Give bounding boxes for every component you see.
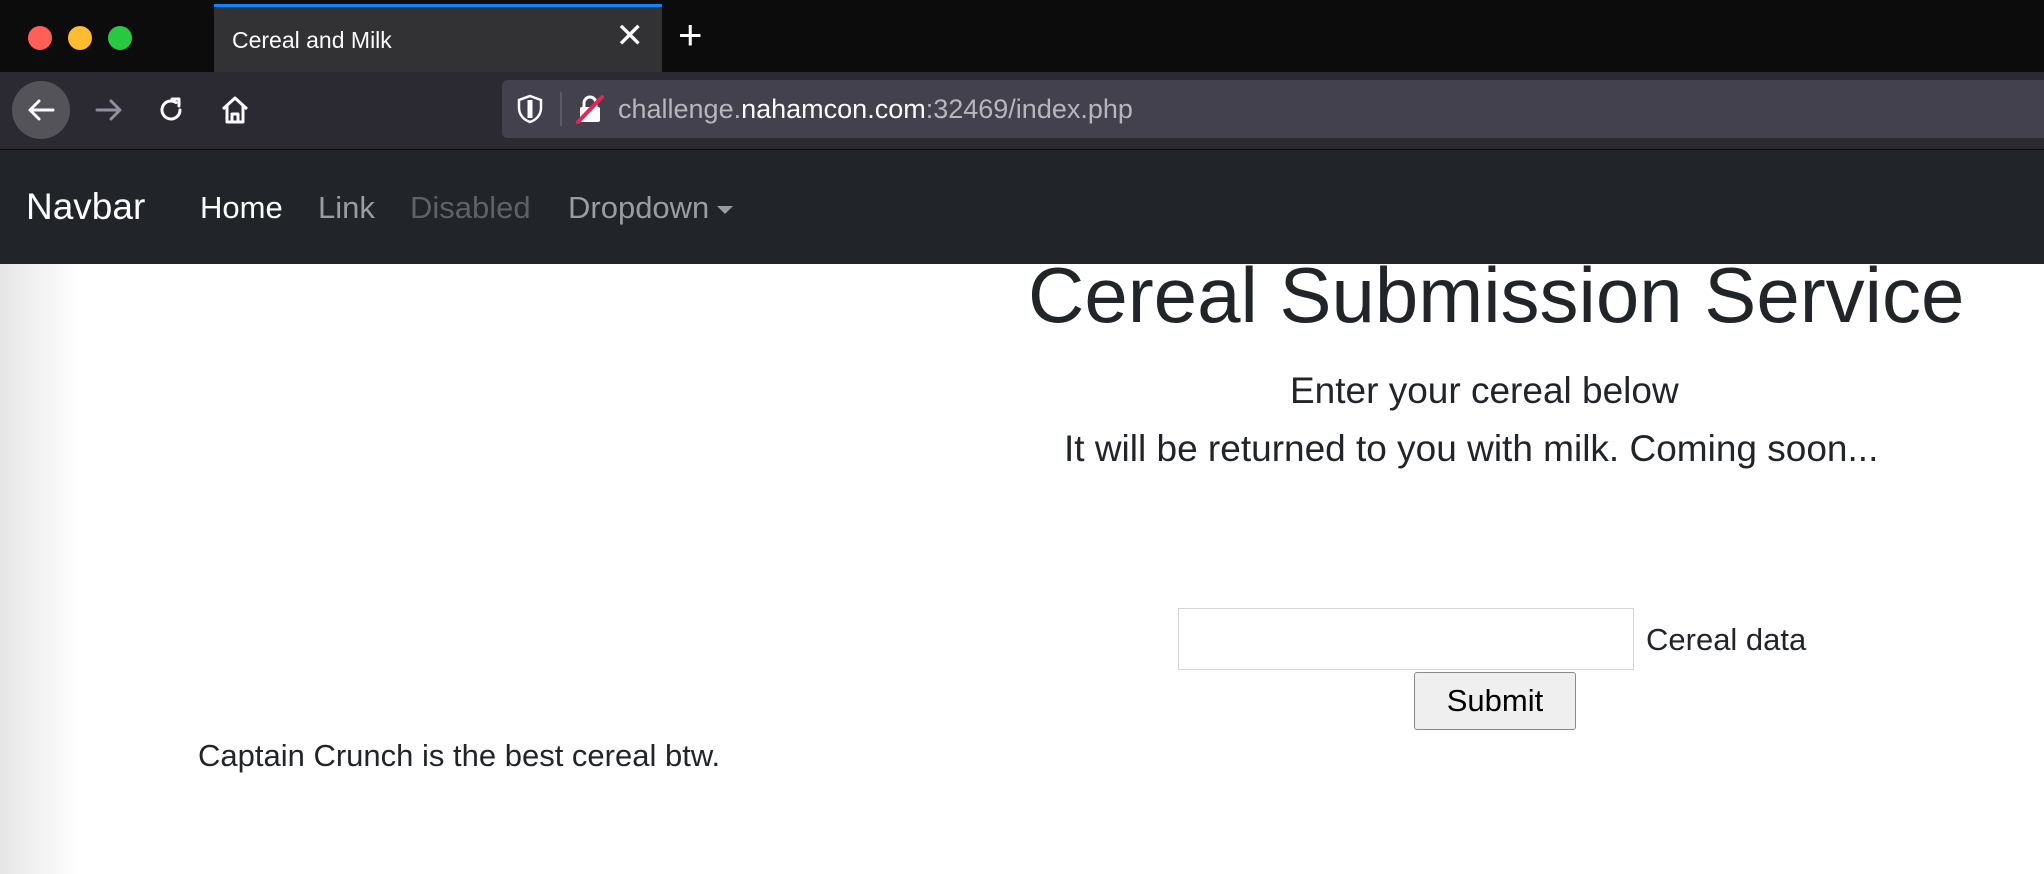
nav-link-disabled: Disabled (410, 190, 531, 225)
footnote-text: Captain Crunch is the best cereal btw. (198, 738, 721, 773)
tab-title: Cereal and Milk (232, 27, 392, 53)
url-separator (560, 92, 562, 126)
forward-button[interactable] (80, 81, 138, 139)
site-navbar: Navbar Home Link Disabled Dropdown (0, 150, 2044, 264)
url-path: :32469/index.php (925, 94, 1133, 124)
insecure-lock-icon[interactable] (576, 94, 604, 124)
caret-down-icon (717, 205, 734, 214)
back-arrow-icon (28, 99, 55, 121)
url-text[interactable]: challenge.nahamcon.com:32469/index.php (618, 94, 1133, 125)
home-icon (221, 96, 249, 124)
nav-dropdown-label: Dropdown (568, 190, 710, 225)
back-button[interactable] (12, 81, 70, 139)
cereal-data-input[interactable] (1178, 608, 1634, 670)
nav-link-link[interactable]: Link (318, 190, 375, 226)
home-button[interactable] (206, 81, 264, 139)
browser-tab[interactable]: Cereal and Milk ✕ (214, 4, 662, 72)
nav-dropdown-toggle[interactable]: Dropdown (568, 190, 734, 226)
close-icon[interactable]: ✕ (616, 19, 645, 53)
browser-tab-strip: Cereal and Milk ✕ + (0, 0, 2044, 72)
shield-icon[interactable] (516, 94, 544, 124)
window-minimize-button[interactable] (68, 26, 92, 50)
nav-link-home[interactable]: Home (200, 190, 283, 226)
page-title: Cereal Submission Service (1028, 251, 1965, 339)
navbar-brand[interactable]: Navbar (26, 186, 145, 228)
cereal-data-label: Cereal data (1646, 622, 1807, 657)
submit-button[interactable]: Submit (1414, 672, 1576, 730)
subtitle-returned: It will be returned to you with milk. Co… (1064, 428, 1879, 469)
reload-button[interactable] (142, 81, 200, 139)
reload-icon (160, 97, 182, 121)
forward-arrow-icon (95, 99, 122, 121)
window-close-button[interactable] (28, 26, 52, 50)
url-subdomain: challenge. (618, 94, 742, 124)
plus-icon[interactable]: + (678, 14, 703, 56)
window-maximize-button[interactable] (108, 26, 132, 50)
browser-toolbar: challenge.nahamcon.com:32469/index.php (0, 72, 2044, 150)
page-edge-shadow (0, 264, 80, 874)
subtitle-enter: Enter your cereal below (1290, 370, 1679, 411)
url-bar[interactable]: challenge.nahamcon.com:32469/index.php (502, 80, 2044, 138)
url-domain: nahamcon.com (741, 94, 926, 124)
